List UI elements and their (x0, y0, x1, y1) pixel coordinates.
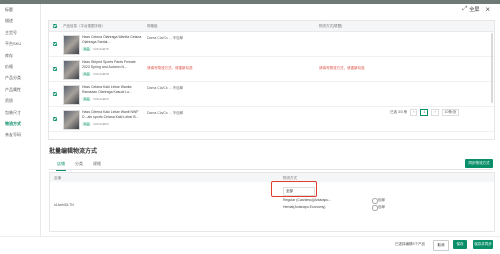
product-tag: 商品 (82, 72, 92, 76)
sidebar-item-stock[interactable]: 库存 (0, 50, 40, 61)
next-page-button[interactable]: › (431, 109, 439, 116)
product-thumbnail (63, 35, 80, 55)
selected-count: 已选择编辑3个产品 (395, 242, 425, 246)
product-tag: 商品 (82, 122, 92, 126)
free-shipping-label: 包邮 (378, 205, 385, 209)
page-number-button[interactable]: 1 (420, 109, 429, 116)
product-tag: 商品 (82, 97, 92, 101)
row-checkbox[interactable] (53, 92, 57, 96)
table-header: 产品信息（平台视图字段） 规格组 物流方式(联盟) (49, 21, 494, 32)
save-and-sync-button[interactable]: 保存并同步 (473, 240, 493, 249)
free-shipping-radio[interactable] (372, 205, 378, 211)
window-top-bar (0, 0, 500, 4)
sidebar-item-platform-sku[interactable]: 平台SKU (0, 38, 40, 49)
product-sku: V24sKdd6C (93, 97, 110, 101)
fullscreen-label: 全屏 (469, 7, 480, 13)
free-shipping-radio[interactable] (372, 198, 378, 204)
tab-category[interactable]: 分类 (75, 161, 83, 167)
product-thumbnail (63, 60, 80, 80)
product-name: Hass Celena Kaki Lebar Wanit NWF D...ain… (82, 110, 139, 119)
select-all-checkbox[interactable] (53, 24, 57, 28)
product-thumbnail (63, 110, 80, 130)
page-size-select[interactable]: 10条/页 (441, 109, 460, 116)
row-checkbox[interactable] (53, 42, 57, 46)
fullscreen-button[interactable]: ⤢ 全屏 (463, 6, 480, 13)
prev-page-button[interactable]: ‹ (410, 109, 418, 116)
sidebar-item-qualification[interactable]: 资质 (0, 95, 40, 106)
sidebar-item-description[interactable]: 描述 (0, 15, 40, 26)
sync-logistics-button[interactable]: 同步物流方式 (465, 159, 493, 168)
tab-store[interactable]: 店铺 (56, 161, 66, 171)
product-spec: Dama Cla/Cs ... 不包邮 (147, 36, 184, 40)
table-row: Hass Celana Kaki Lebar Wanita Ramadan Ol… (49, 82, 494, 107)
row-checkbox[interactable] (53, 117, 57, 121)
table-row: Hass Striped Sports Pants Female 2023 Sp… (49, 57, 494, 82)
header-actions: ⤢ 全屏 × (463, 5, 491, 13)
pagination-total: 已选 3/3 条 (390, 109, 408, 114)
logistics-option-hemat[interactable]: Hemat(Antarapu Economy) (283, 205, 325, 209)
product-thumbnail (63, 85, 80, 105)
bulk-edit-tabs: 店铺 分类 规格 (49, 160, 493, 171)
sidebar-item-main-sku[interactable]: 主货号 (0, 27, 40, 38)
product-name: Hass Striped Sports Pants Female 2023 Sp… (82, 60, 136, 69)
product-sku: V24sKd6C8 (93, 72, 110, 76)
sidebar: 标题 描述 主货号 平台SKU 库存 价格 产品分类 产品属性 资质 包装尺寸 … (0, 4, 41, 253)
sidebar-item-price[interactable]: 价格 (0, 61, 40, 72)
column-header-spec: 规格组 (147, 24, 158, 28)
logistics-option-regular[interactable]: Regular (Cashless)(Antarapu... (283, 198, 331, 202)
product-sku: V24sKdd78 (93, 47, 109, 51)
sidebar-item-title[interactable]: 标题 (0, 4, 40, 15)
save-button[interactable]: 保存 (453, 240, 467, 249)
table-row: Hass Celena Olahraga Wanita Celana Olahr… (49, 32, 494, 57)
sidebar-item-attributes[interactable]: 产品属性 (0, 84, 40, 95)
free-shipping-label: 包邮 (378, 198, 385, 202)
row-checkbox[interactable] (53, 67, 57, 71)
expand-icon: ⤢ (462, 6, 468, 12)
sidebar-item-package-size[interactable]: 包装尺寸 (0, 107, 40, 118)
column-header-logistics: 物流方式(联盟) (319, 24, 343, 28)
column-header-product: 产品信息（平台视图字段） (63, 24, 105, 28)
tab-spec[interactable]: 规格 (93, 161, 101, 167)
footer-bar: 已选择编辑3个产品 取消 保存 保存并同步 (0, 236, 500, 254)
sidebar-item-contact[interactable]: 亲友号码 (0, 129, 40, 140)
store-name: s1lvehiDLTN (54, 203, 74, 207)
annotation-highlight-box (271, 181, 317, 197)
table-scrollbar[interactable] (491, 33, 493, 103)
sidebar-item-category[interactable]: 产品分类 (0, 72, 40, 83)
product-table: 产品信息（平台视图字段） 规格组 物流方式(联盟) Hass Celena Ol… (48, 20, 495, 140)
pagination: 已选 3/3 条 ‹ 1 › 10条/页 (390, 109, 460, 116)
logistics-error: 请填写物流方式，请重新勾选 (147, 66, 193, 70)
product-spec: Dama Cla/Cs ... 不包邮 (147, 86, 184, 90)
bulk-edit-title: 批量编辑物流方式 (49, 149, 98, 155)
column-header-store: 店铺 (54, 176, 61, 180)
sidebar-item-logistics[interactable]: 物流方式 (0, 118, 40, 129)
product-tag: 商品 (82, 47, 92, 51)
product-name: Hass Celena Olahraga Wanita Celana Olahr… (82, 35, 142, 44)
product-spec: Dama Cla/Cs ... 不包邮 (147, 111, 184, 115)
close-icon[interactable]: × (485, 5, 490, 13)
cancel-button[interactable]: 取消 (433, 240, 449, 251)
product-name: Hass Celana Kaki Lebar Wanita Ramadan Ol… (82, 85, 133, 94)
logistics-error-secondary: 请填写物流方式，请重新勾选 (319, 66, 365, 70)
product-sku: V24sKdd6C (93, 122, 110, 126)
